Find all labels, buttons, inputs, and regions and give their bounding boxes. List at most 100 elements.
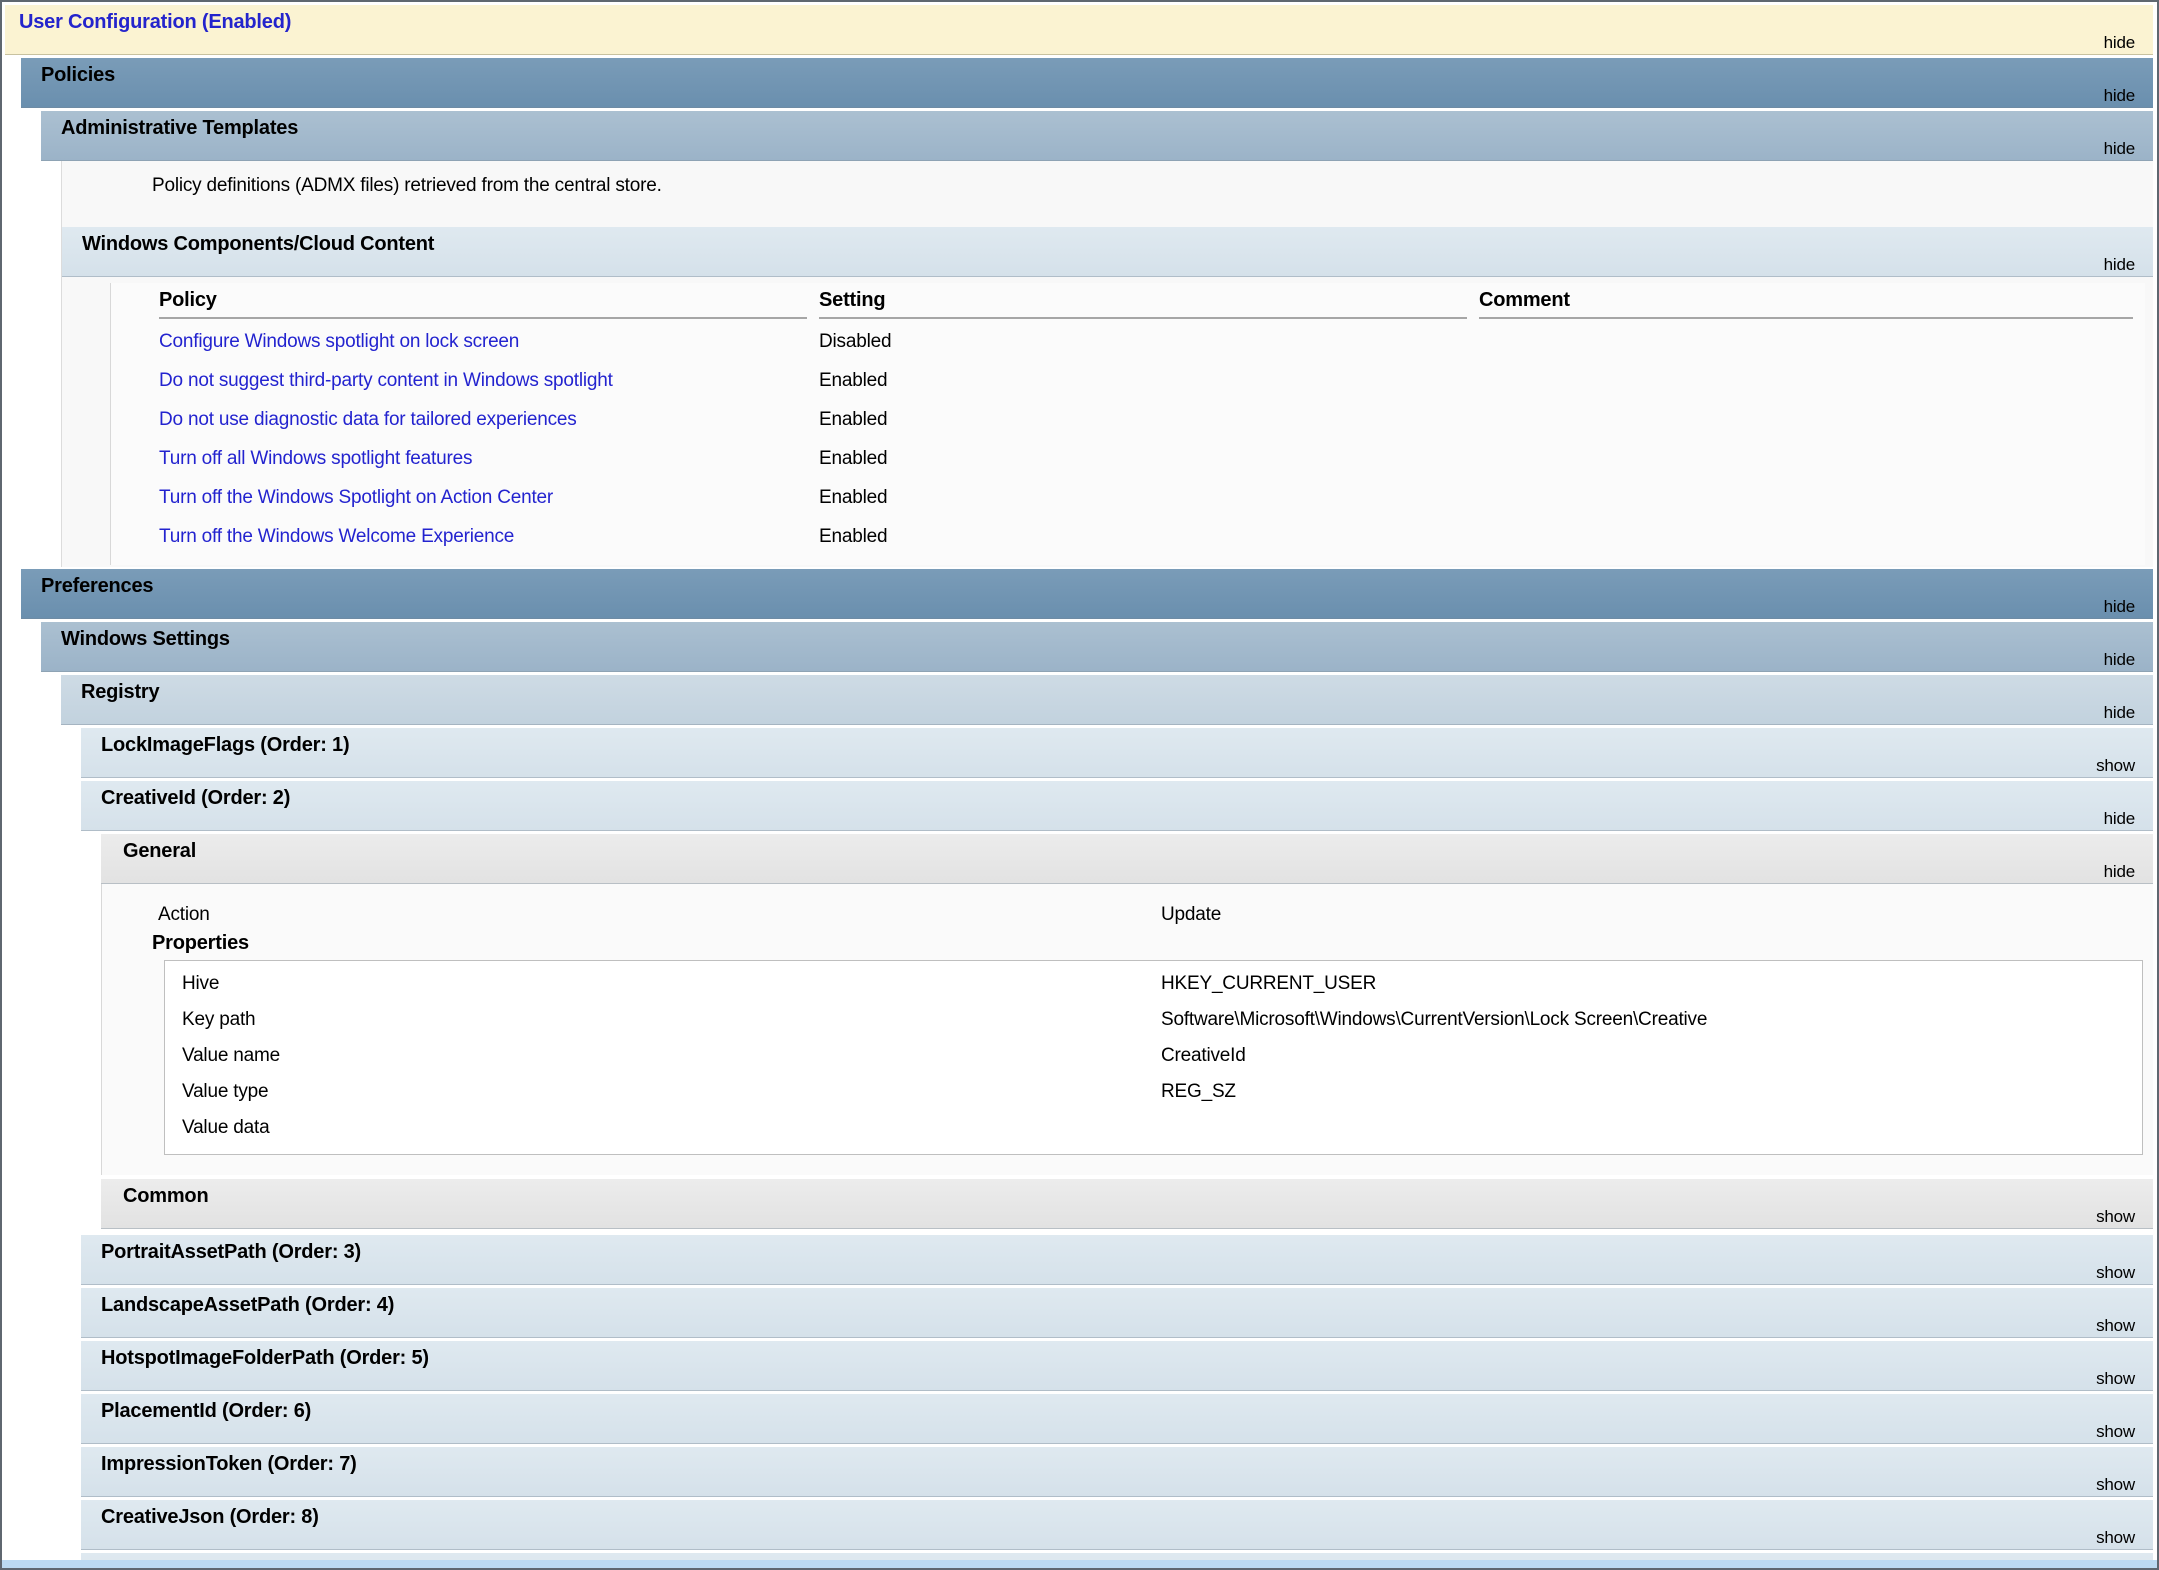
section-header-general: General hide: [101, 834, 2153, 884]
action-label: Action: [102, 904, 210, 925]
section-header-preferences: Preferences hide: [21, 569, 2153, 619]
comment-value: [1479, 321, 2145, 360]
comment-value: [1479, 360, 2145, 399]
action-value: Update: [1161, 904, 1221, 926]
property-value: CreativeId: [1161, 1038, 1246, 1074]
registry-item-creativejson: CreativeJson (Order: 8) show: [81, 1500, 2153, 1550]
property-value: Software\Microsoft\Windows\CurrentVersio…: [1161, 1002, 1707, 1038]
setting-value: Enabled: [819, 477, 1479, 516]
comment-value: [1479, 477, 2145, 516]
policy-link[interactable]: Turn off all Windows spotlight features: [159, 448, 472, 469]
toggle-administrative-templates[interactable]: hide: [2104, 139, 2135, 159]
preferences-title: Preferences: [21, 569, 153, 598]
registry-item-creativeid: CreativeId (Order: 2) hide: [81, 781, 2153, 831]
toggle-landscapeassetpath[interactable]: show: [2096, 1316, 2135, 1336]
policies-title: Policies: [21, 58, 115, 87]
policy-link[interactable]: Turn off the Windows Spotlight on Action…: [159, 487, 553, 508]
toggle-hotspotimagefolderpath[interactable]: show: [2096, 1369, 2135, 1389]
setting-value: Enabled: [819, 360, 1479, 399]
column-header-policy: Policy: [159, 283, 807, 319]
setting-value: Enabled: [819, 516, 1479, 555]
comment-value: [1479, 438, 2145, 477]
admx-central-store-note: Policy definitions (ADMX files) retrieve…: [62, 161, 2153, 197]
registry-item-portraitassetpath: PortraitAssetPath (Order: 3) show: [81, 1235, 2153, 1285]
setting-value: Enabled: [819, 399, 1479, 438]
setting-value: Enabled: [819, 438, 1479, 477]
table-row: Turn off the Windows Welcome Experience: [159, 516, 819, 555]
property-label: Hive: [165, 973, 219, 994]
property-label: Value data: [165, 1117, 269, 1138]
registry-item-title: PortraitAssetPath (Order: 3): [81, 1235, 361, 1264]
section-header-registry: Registry hide: [61, 675, 2153, 725]
table-row: Turn off all Windows spotlight features: [159, 438, 819, 477]
registry-item-title: ImpressionToken (Order: 7): [81, 1447, 357, 1476]
registry-item-placementid: PlacementId (Order: 6) show: [81, 1394, 2153, 1444]
toggle-common[interactable]: show: [2096, 1207, 2135, 1227]
property-row: Value type REG_SZ: [165, 1074, 2142, 1110]
policy-table: Policy Setting Comment Configure Windows…: [110, 283, 2145, 565]
administrative-templates-title: Administrative Templates: [41, 111, 298, 140]
registry-item-title: CreativeJson (Order: 8): [81, 1500, 319, 1529]
column-header-comment: Comment: [1479, 283, 2133, 319]
registry-item-impressiontoken: ImpressionToken (Order: 7) show: [81, 1447, 2153, 1497]
setting-value: Disabled: [819, 321, 1479, 360]
property-value: HKEY_CURRENT_USER: [1161, 966, 1376, 1002]
section-header-cloud-content: Windows Components/Cloud Content hide: [62, 227, 2153, 277]
policy-link[interactable]: Do not use diagnostic data for tailored …: [159, 409, 577, 430]
registry-item-title: LandscapeAssetPath (Order: 4): [81, 1288, 394, 1317]
toggle-windows-settings[interactable]: hide: [2104, 650, 2135, 670]
property-label: Value name: [165, 1045, 280, 1066]
section-header-common: Common show: [101, 1179, 2153, 1229]
property-row: Key path Software\Microsoft\Windows\Curr…: [165, 1002, 2142, 1038]
toggle-user-configuration[interactable]: hide: [2104, 33, 2135, 53]
registry-title: Registry: [61, 675, 159, 704]
section-header-administrative-templates: Administrative Templates hide: [41, 111, 2153, 161]
toggle-policies[interactable]: hide: [2104, 86, 2135, 106]
property-row: Value data: [165, 1110, 2142, 1146]
comment-value: [1479, 516, 2145, 555]
registry-item-lockimageflags: LockImageFlags (Order: 1) show: [81, 728, 2153, 778]
cloud-content-title: Windows Components/Cloud Content: [62, 227, 434, 256]
toggle-placementid[interactable]: show: [2096, 1422, 2135, 1442]
toggle-registry[interactable]: hide: [2104, 703, 2135, 723]
policy-link[interactable]: Do not suggest third-party content in Wi…: [159, 370, 613, 391]
table-row: Turn off the Windows Spotlight on Action…: [159, 477, 819, 516]
toggle-portraitassetpath[interactable]: show: [2096, 1263, 2135, 1283]
property-row: Hive HKEY_CURRENT_USER: [165, 966, 2142, 1002]
section-header-windows-settings: Windows Settings hide: [41, 622, 2153, 672]
gp-report: User Configuration (Enabled) hide Polici…: [0, 0, 2159, 1570]
section-header-user-configuration: User Configuration (Enabled) hide: [5, 5, 2153, 55]
registry-item-title: CreativeId (Order: 2): [81, 781, 290, 810]
user-configuration-title: User Configuration (Enabled): [5, 5, 291, 34]
registry-item-title: LockImageFlags (Order: 1): [81, 728, 349, 757]
toggle-creativejson[interactable]: show: [2096, 1528, 2135, 1548]
policy-link[interactable]: Configure Windows spotlight on lock scre…: [159, 331, 519, 352]
toggle-cloud-content[interactable]: hide: [2104, 255, 2135, 275]
toggle-preferences[interactable]: hide: [2104, 597, 2135, 617]
policy-link[interactable]: Turn off the Windows Welcome Experience: [159, 526, 514, 547]
property-value: REG_SZ: [1161, 1074, 1236, 1110]
toggle-lockimageflags[interactable]: show: [2096, 756, 2135, 776]
property-label: Value type: [165, 1081, 268, 1102]
registry-item-title: PlacementId (Order: 6): [81, 1394, 311, 1423]
action-row: Action Update: [102, 904, 2153, 926]
table-row: Do not use diagnostic data for tailored …: [159, 399, 819, 438]
column-header-setting: Setting: [819, 283, 1467, 319]
property-label: Key path: [165, 1009, 255, 1030]
section-header-policies: Policies hide: [21, 58, 2153, 108]
toggle-creativeid[interactable]: hide: [2104, 809, 2135, 829]
registry-item-title: HotspotImageFolderPath (Order: 5): [81, 1341, 429, 1370]
windows-settings-title: Windows Settings: [41, 622, 230, 651]
toggle-impressiontoken[interactable]: show: [2096, 1475, 2135, 1495]
common-title: Common: [101, 1179, 208, 1208]
table-row: Configure Windows spotlight on lock scre…: [159, 321, 819, 360]
general-detail: Action Update Properties Hive HKEY_CURRE…: [101, 884, 2153, 1175]
table-row: Do not suggest third-party content in Wi…: [159, 360, 819, 399]
comment-value: [1479, 399, 2145, 438]
registry-item-hotspotimagefolderpath: HotspotImageFolderPath (Order: 5) show: [81, 1341, 2153, 1391]
bottom-edge-strip: [2, 1560, 2157, 1568]
general-title: General: [101, 834, 196, 863]
properties-box: Hive HKEY_CURRENT_USER Key path Software…: [164, 960, 2143, 1155]
registry-item-landscapeassetpath: LandscapeAssetPath (Order: 4) show: [81, 1288, 2153, 1338]
toggle-general[interactable]: hide: [2104, 862, 2135, 882]
